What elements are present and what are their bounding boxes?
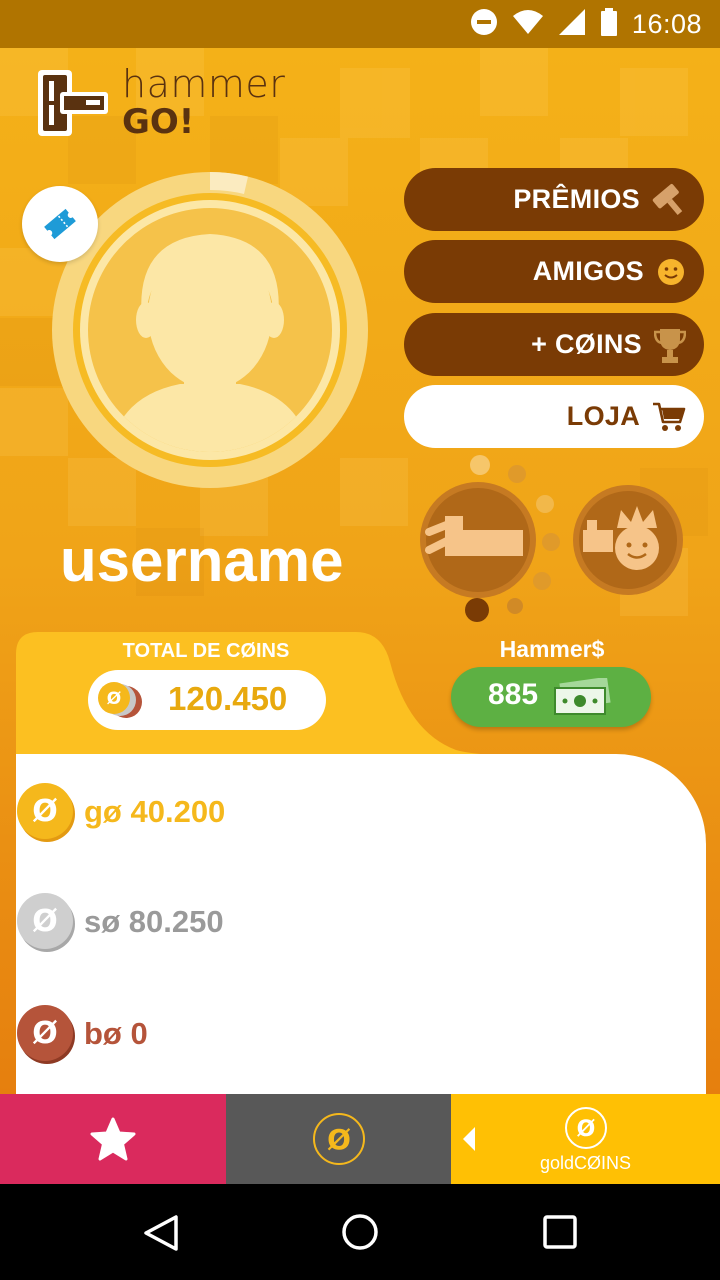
coin-stack-icon: Ø [98, 682, 142, 718]
app-logo: hammer GO! [36, 64, 285, 140]
system-nav-bar [0, 1184, 720, 1280]
loja-button[interactable]: LOJA [404, 385, 704, 448]
premios-button[interactable]: PRÊMIOS [404, 168, 704, 231]
hammer-icon [652, 183, 683, 215]
tab-gold-coins[interactable]: Ø goldCØINS [451, 1094, 720, 1184]
more-coins-button[interactable]: + CØINS [404, 313, 704, 376]
coin-outline-icon: Ø [312, 1113, 365, 1165]
svg-text:Ø: Ø [576, 1117, 595, 1142]
profile-avatar[interactable] [50, 170, 370, 490]
amigos-label: AMIGOS [532, 256, 644, 286]
amigos-button[interactable]: AMIGOS [404, 240, 704, 303]
silver-coin-amount: sø 80.250 [84, 904, 224, 939]
total-coins-label: TOTAL DE CØINS [122, 640, 290, 662]
star-icon [90, 1117, 136, 1161]
signal-icon [558, 8, 586, 41]
do-not-disturb-icon [470, 8, 498, 41]
ticket-icon [44, 208, 76, 240]
bronze-coin-amount: bø 0 [84, 1016, 148, 1051]
tab-coins[interactable]: Ø [226, 1094, 451, 1184]
status-bar: 16:08 [0, 0, 720, 48]
bronze-coin-row: Ø bø 0 [16, 1004, 148, 1064]
hammer-dollars-pill[interactable] [451, 667, 651, 727]
arrow-left-icon [463, 1127, 475, 1151]
username-label: username [60, 527, 344, 594]
battery-icon [600, 7, 618, 41]
trophy-icon [654, 328, 686, 363]
hammer-dollars-value: 885 [488, 678, 539, 711]
gold-coin-row: Ø gø 40.200 [16, 782, 225, 842]
tab-favorites[interactable] [0, 1094, 226, 1184]
hg-logo-icon [38, 70, 108, 136]
logo-text-hammer: hammer [122, 62, 286, 106]
gold-coin-icon: Ø [17, 783, 75, 842]
cash-icon [554, 678, 611, 715]
svg-text:Ø: Ø [32, 1016, 58, 1051]
logo-text-go: GO! [122, 102, 195, 142]
home-icon[interactable] [341, 1213, 379, 1251]
silver-coin-icon: Ø [17, 893, 75, 952]
ticket-button[interactable] [22, 186, 98, 262]
achievement-badges [420, 455, 683, 622]
svg-text:Ø: Ø [327, 1123, 351, 1156]
svg-text:Ø: Ø [32, 794, 58, 829]
more-coins-label: + CØINS [531, 329, 642, 359]
svg-text:Ø: Ø [107, 689, 121, 709]
cart-icon [653, 402, 686, 431]
gold-coins-tab-label: goldCØINS [539, 1152, 632, 1173]
back-icon[interactable] [142, 1214, 180, 1252]
bronze-coin-icon: Ø [17, 1005, 75, 1064]
smiley-icon [658, 258, 684, 285]
silver-coin-row: Ø sø 80.250 [16, 892, 224, 952]
premios-label: PRÊMIOS [513, 184, 640, 214]
total-coins-value: 120.450 [168, 680, 288, 717]
recents-icon[interactable] [543, 1215, 577, 1249]
hammer-dollars-label: Hammer$ [499, 636, 605, 662]
svg-text:Ø: Ø [32, 904, 58, 939]
wifi-icon [512, 9, 544, 40]
app-screen: hammer GO! username PRÊMIOS AMIGOS + CØI… [0, 48, 720, 1184]
gold-coin-outline-icon: Ø [564, 1106, 607, 1149]
king-badge-icon [573, 485, 683, 595]
gold-coin-amount: gø 40.200 [84, 794, 226, 829]
hammer-badge-icon [420, 482, 536, 598]
loja-label: LOJA [566, 401, 640, 431]
status-time: 16:08 [631, 8, 702, 39]
